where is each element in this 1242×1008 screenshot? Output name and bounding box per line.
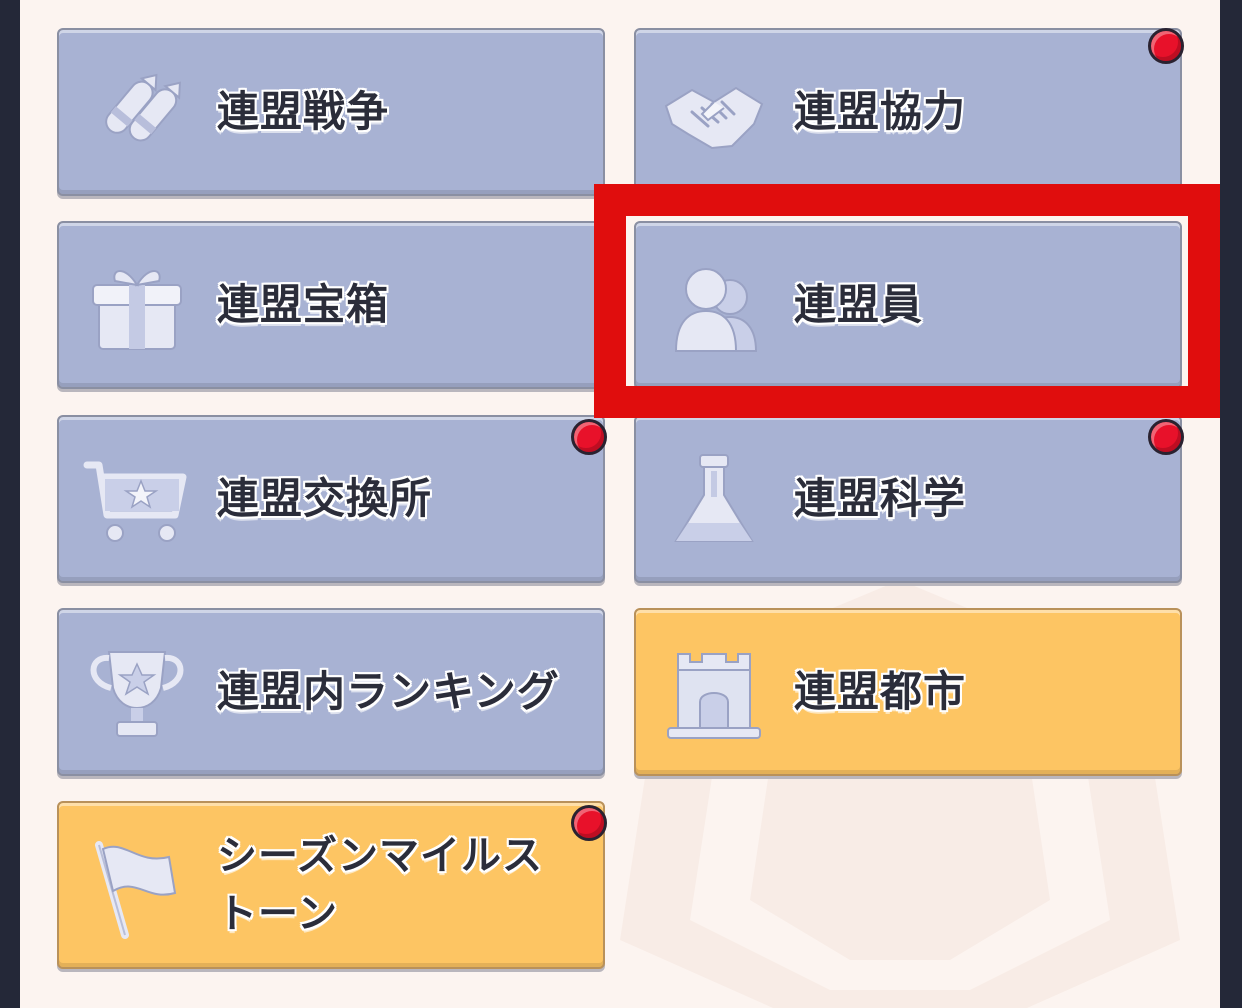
alliance-members-label: 連盟員 — [794, 280, 924, 329]
alliance-ranking-label: 連盟内ランキング — [217, 667, 560, 716]
cart-icon — [83, 449, 189, 553]
alliance-war-label: 連盟戦争 — [217, 87, 390, 136]
castle-icon — [662, 642, 766, 746]
members-icon — [662, 255, 766, 359]
alliance-city-label: 連盟都市 — [794, 667, 967, 716]
alliance-exchange-button[interactable]: 連盟交換所 — [57, 415, 607, 583]
alliance-city-button[interactable]: 連盟都市 — [634, 608, 1182, 776]
notification-dot — [1148, 419, 1184, 455]
alliance-war-button[interactable]: 連盟戦争 — [57, 28, 605, 196]
flask-icon — [662, 449, 766, 553]
alliance-science-label: 連盟科学 — [794, 474, 967, 523]
alliance-science-button[interactable]: 連盟科学 — [634, 415, 1184, 583]
alliance-ranking-button[interactable]: 連盟内ランキング — [57, 608, 605, 776]
season-milestone-label: シーズンマイルス トーン — [217, 833, 543, 937]
alliance-cooperation-label: 連盟協力 — [794, 87, 967, 136]
gift-icon — [85, 255, 189, 359]
alliance-menu-panel: 連盟戦争 連盟協力 連盟宝箱 連盟員 連盟交換所 連盟科学 連盟内ランキング 連… — [20, 0, 1220, 1008]
trophy-icon — [85, 642, 189, 746]
alliance-exchange-label: 連盟交換所 — [217, 474, 433, 523]
season-milestone-button[interactable]: シーズンマイルス トーン — [57, 801, 607, 969]
notification-dot — [571, 805, 607, 841]
alliance-treasure-label: 連盟宝箱 — [217, 280, 390, 329]
alliance-cooperation-button[interactable]: 連盟協力 — [634, 28, 1184, 196]
alliance-treasure-button[interactable]: 連盟宝箱 — [57, 221, 605, 389]
flag-icon — [85, 835, 189, 939]
missiles-icon — [85, 62, 189, 166]
handshake-icon — [662, 62, 766, 166]
alliance-members-button[interactable]: 連盟員 — [634, 221, 1182, 389]
notification-dot — [1148, 28, 1184, 64]
notification-dot — [571, 419, 607, 455]
